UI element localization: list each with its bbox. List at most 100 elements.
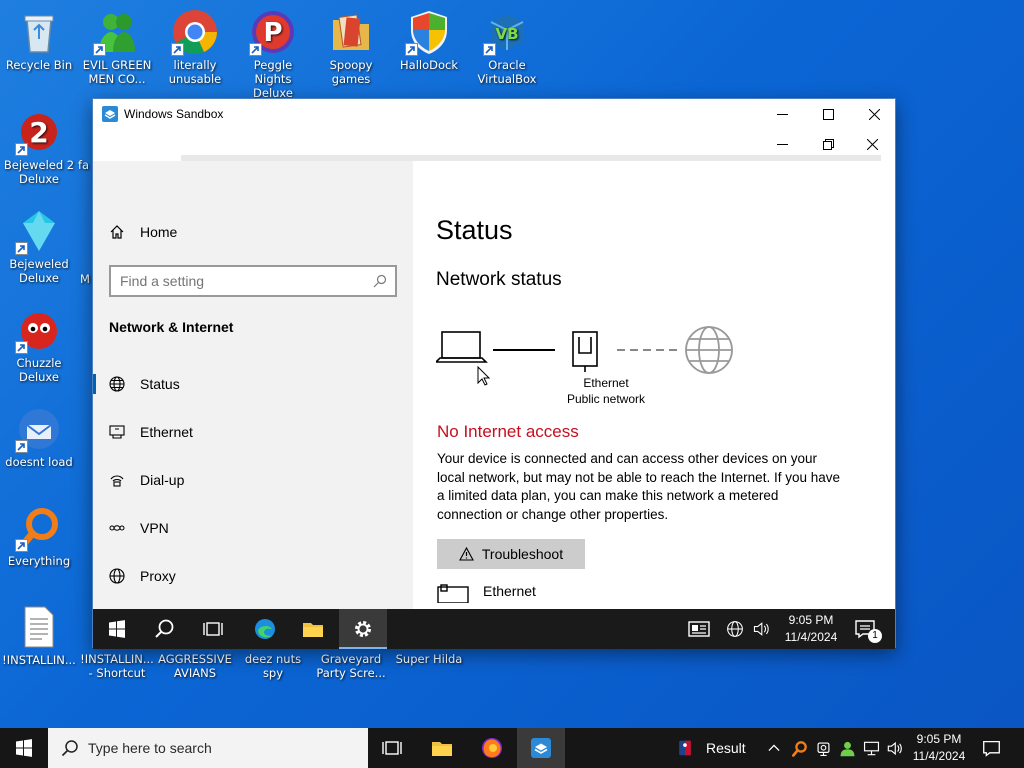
action-center-button[interactable] [968,728,1014,768]
tray-webcam-icon[interactable] [811,728,835,768]
desktop-icon-peggle[interactable]: P Peggle Nights Deluxe [234,8,312,100]
folder-icon [327,8,375,56]
sandbox-notifications-button[interactable]: 1 [841,609,889,649]
firefox-icon [482,738,502,758]
sandbox-clock[interactable]: 9:05 PM 11/4/2024 [774,612,848,646]
search-icon [155,619,174,638]
user-icon [840,741,854,756]
warning-icon [458,547,474,561]
nav-status[interactable]: Status [93,364,413,404]
desktop-icon-aggressive-avians[interactable]: AGGRESSIVE AVIANS [156,652,234,680]
desktop-icon-virtualbox[interactable]: VB Oracle VirtualBox [468,8,546,86]
text-file-icon [15,603,63,651]
thunderbird-icon [15,405,63,453]
network-icon [863,741,879,755]
sandbox-taskbar: 9:05 PM 11/4/2024 1 [93,609,895,649]
nav-status-label: Status [140,376,180,392]
show-hidden-icons-button[interactable] [762,728,786,768]
find-setting-box[interactable] [109,265,397,297]
svg-text:2: 2 [29,116,48,149]
nav-home[interactable]: Home [93,212,413,252]
desktop-icon-evil-green-men[interactable]: EVIL GREEN MEN CO... [78,8,156,86]
section-title: Network & Internet [109,319,234,335]
troubleshoot-button[interactable]: Troubleshoot [437,539,585,569]
sandbox-titlebar[interactable]: Windows Sandbox [93,99,895,129]
desktop-icon-bejeweled[interactable]: Bejeweled Deluxe [0,207,78,285]
desktop-icon-installing[interactable]: !INSTALLIN... [0,603,78,667]
desktop-icon-bejeweled-2[interactable]: 2 Bejeweled 2 Deluxe [0,108,78,186]
firefox-button[interactable] [468,728,516,768]
bejeweled-icon [15,207,63,255]
desktop-icon-graveyard-party[interactable]: Graveyard Party Scre... [312,652,390,680]
desktop-icon-super-hilda[interactable]: Super Hilda [390,652,468,666]
partial-icon-label: M [80,272,90,286]
sandbox-search-button[interactable] [141,609,189,649]
taskbar-clock-time: 9:05 PM [916,732,962,746]
start-button[interactable] [0,728,48,768]
globe-icon [109,376,125,392]
troubleshoot-label: Troubleshoot [481,546,564,562]
desktop-icon-doesnt-load[interactable]: doesnt load [0,405,78,469]
sandbox-edge-button[interactable] [241,609,289,649]
desktop-icon-installing-shortcut[interactable]: !INSTALLIN... - Shortcut [78,652,156,680]
taskbar-clock[interactable]: 9:05 PM 11/4/2024 [904,731,974,765]
sandbox-logo-icon [531,738,551,758]
folder-icon [432,742,452,756]
taskbar-search-box[interactable]: Type here to search [48,728,368,768]
desktop-icon-hallodock[interactable]: HalloDock [390,8,468,72]
everything-icon [791,740,807,757]
ethernet-properties-row[interactable]: Ethernet [437,583,536,609]
sandbox-taskbar-button[interactable] [517,728,565,768]
recycle-bin-icon [15,8,63,56]
settings-restore-button[interactable] [805,129,851,159]
desktop-icon-chrome[interactable]: literally unusable [156,8,234,86]
close-icon [868,108,880,120]
desktop-icon-recycle-bin[interactable]: Recycle Bin [0,8,78,72]
desktop-icon-deez-nuts-spy[interactable]: deez nuts spy [234,652,312,680]
sandbox-start-button[interactable] [93,609,141,649]
svg-text:P: P [263,18,282,48]
sandbox-news-button[interactable] [675,609,723,649]
find-setting-input[interactable] [120,273,370,289]
desktop-icon-spoopy-games[interactable]: Spoopy games [312,8,390,86]
nav-dialup[interactable]: Dial-up [93,460,413,500]
shortcut-arrow-icon [249,43,262,56]
nav-home-label: Home [140,224,178,240]
sandbox-network-button[interactable] [723,609,747,649]
shortcut-arrow-icon [15,341,28,354]
tray-volume-icon[interactable] [882,728,906,768]
windows-logo-icon [109,620,125,638]
maximize-button[interactable] [805,99,851,129]
nav-ethernet[interactable]: Ethernet [93,412,413,452]
desktop-icon-everything[interactable]: Everything [0,504,78,568]
volume-icon [887,741,902,755]
close-button[interactable] [851,99,897,129]
tray-network-icon[interactable] [859,728,883,768]
sandbox-volume-button[interactable] [749,609,773,649]
nav-vpn[interactable]: VPN [93,508,413,548]
settings-close-button[interactable] [849,129,895,159]
everything-tray-icon[interactable] [787,728,811,768]
task-view-button[interactable] [368,728,416,768]
minimize-button[interactable] [759,99,805,129]
file-explorer-button[interactable] [418,728,466,768]
tray-people-icon[interactable] [835,728,859,768]
taskbar-search-placeholder: Type here to search [88,740,212,756]
dialup-icon [109,472,125,488]
sandbox-explorer-button[interactable] [289,609,337,649]
desktop-icon-chuzzle[interactable]: Chuzzle Deluxe [0,306,78,384]
search-icon [61,740,78,757]
nba-widget-icon[interactable] [673,728,697,768]
sandbox-settings-button[interactable] [339,609,387,649]
partial-icon-label: fa [78,158,90,172]
widget-label[interactable]: Result [706,740,746,756]
ethernet-icon [437,584,469,603]
vpn-icon [109,520,125,536]
settings-minimize-button[interactable] [759,129,805,159]
nav-proxy[interactable]: Proxy [93,556,413,596]
settings-titlebar[interactable] [93,129,895,161]
sandbox-task-view-button[interactable] [189,609,237,649]
close-icon [866,138,878,150]
network-status-heading: Network status [436,269,562,290]
search-icon [373,274,387,288]
